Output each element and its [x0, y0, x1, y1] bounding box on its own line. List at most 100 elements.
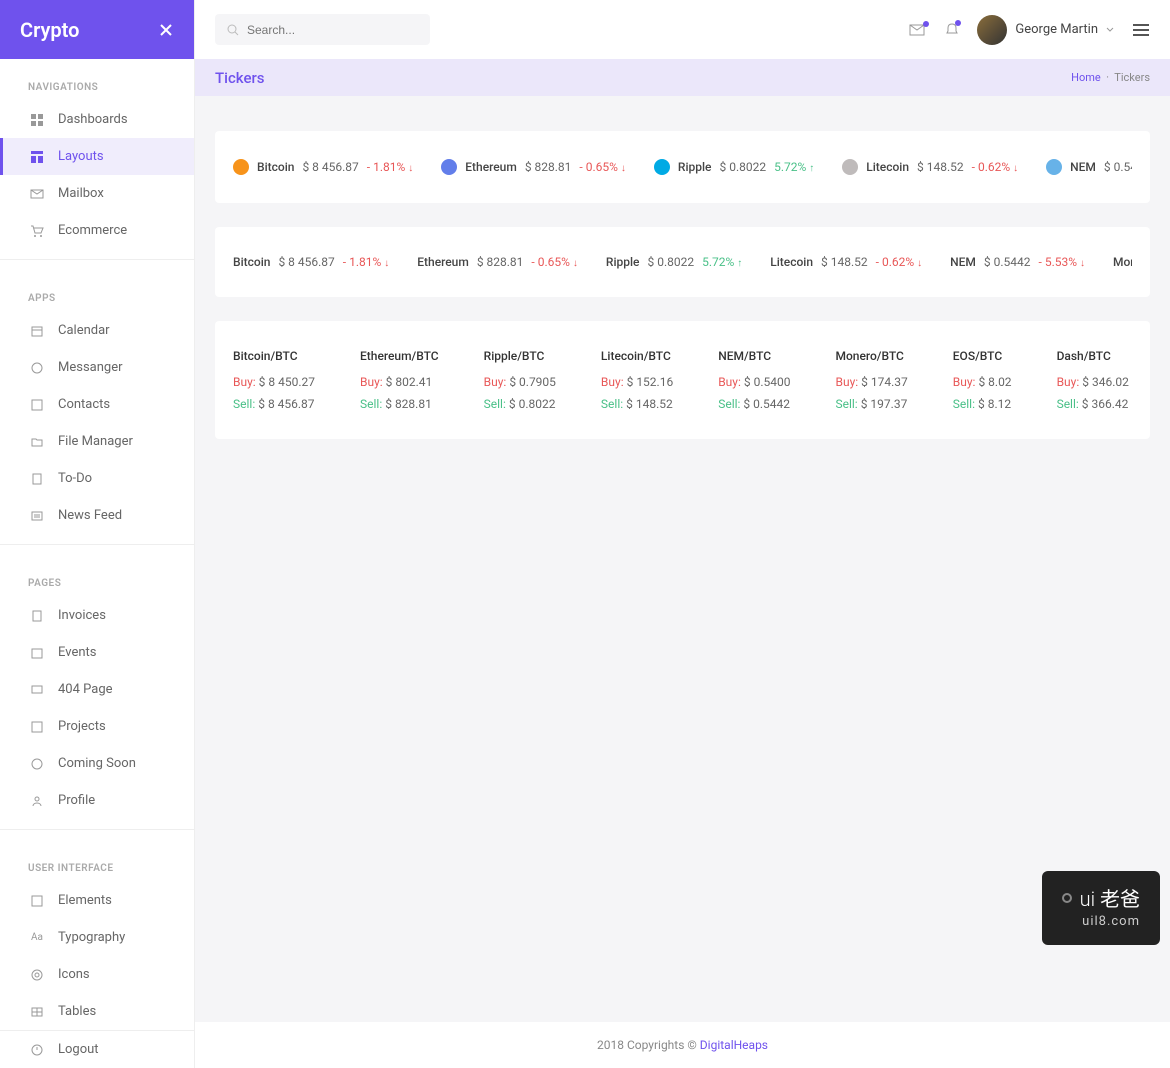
pair-item[interactable]: Litecoin/BTC Buy: $ 152.16 Sell: $ 148.5… [601, 349, 673, 411]
user-menu[interactable]: George Martin [977, 15, 1114, 45]
coin-name: NEM [950, 255, 976, 269]
pair-item[interactable]: Monero/BTC Buy: $ 174.37 Sell: $ 197.37 [835, 349, 907, 411]
sell-value: $ 197.37 [861, 397, 908, 411]
buy-label: Buy: [601, 375, 624, 389]
nav-layouts[interactable]: Layouts [0, 138, 194, 175]
nav-label: Projects [58, 719, 106, 734]
nav-label: Typography [58, 930, 125, 945]
pair-name: Litecoin/BTC [601, 349, 673, 363]
ticker-item[interactable]: Bitcoin $ 8 456.87 - 1.81% ↓ [233, 159, 413, 175]
messages-icon[interactable] [909, 23, 927, 37]
notifications-icon[interactable] [945, 22, 959, 38]
nav-mailbox[interactable]: Mailbox [0, 175, 194, 212]
sell-value: $ 366.42 [1082, 397, 1129, 411]
search-input[interactable] [247, 23, 418, 37]
app-logo[interactable]: Crypto [20, 18, 79, 42]
coin-price: $ 828.81 [525, 160, 572, 174]
page-header: Tickers Home · Tickers [195, 59, 1170, 96]
coin-price: $ 148.52 [917, 160, 964, 174]
pair-item[interactable]: Ethereum/BTC Buy: $ 802.41 Sell: $ 828.8… [360, 349, 439, 411]
coin-price: $ 8 456.87 [278, 255, 334, 269]
nav-file-manager[interactable]: File Manager [0, 423, 194, 460]
ticker-item[interactable]: Ripple $ 0.8022 5.72% ↑ [654, 159, 814, 175]
sell-label: Sell: [484, 397, 506, 411]
ticker-item[interactable]: Litecoin $ 148.52 - 0.62% ↓ [770, 255, 922, 269]
nav-coming-soon[interactable]: Coming Soon [0, 745, 194, 782]
avatar [977, 15, 1007, 45]
pair-item[interactable]: Ripple/BTC Buy: $ 0.7905 Sell: $ 0.8022 [484, 349, 556, 411]
cart-icon [28, 224, 46, 238]
nav-invoices[interactable]: Invoices [0, 597, 194, 634]
nav-tables[interactable]: Tables [0, 993, 194, 1030]
sell-label: Sell: [718, 397, 740, 411]
breadcrumb-home[interactable]: Home [1071, 71, 1101, 84]
nav-news-feed[interactable]: News Feed [0, 497, 194, 534]
ticker-item[interactable]: NEM $ 0.5442 - 5.53% ↓ [950, 255, 1085, 269]
sell-value: $ 0.5442 [743, 397, 790, 411]
nav-icons[interactable]: Icons [0, 956, 194, 993]
ticker-item[interactable]: NEM $ 0.5442 - 5.53% ↓ [1046, 159, 1132, 175]
ticker-item[interactable]: Ethereum $ 828.81 - 0.65% ↓ [417, 255, 578, 269]
nav-404[interactable]: 404 Page [0, 671, 194, 708]
nav-label: Tables [58, 1004, 96, 1019]
coin-name: Ripple [678, 160, 712, 174]
nav-heading-navigations: NAVIGATIONS [0, 74, 194, 101]
buy-label: Buy: [233, 375, 256, 389]
footer-link[interactable]: DigitalHeaps [700, 1038, 768, 1052]
search-box[interactable] [215, 14, 430, 45]
nav-label: News Feed [58, 508, 122, 523]
watermark-sub: uil8.com [1080, 913, 1140, 931]
nav-calendar[interactable]: Calendar [0, 312, 194, 349]
user-name: George Martin [1015, 22, 1098, 37]
nav-label: To-Do [58, 471, 92, 486]
nav-projects[interactable]: Projects [0, 708, 194, 745]
pair-item[interactable]: NEM/BTC Buy: $ 0.5400 Sell: $ 0.5442 [718, 349, 790, 411]
nav-typography[interactable]: AaTypography [0, 919, 194, 956]
coin-name: Ethereum [417, 255, 469, 269]
nav-elements[interactable]: Elements [0, 882, 194, 919]
buy-value: $ 8 450.27 [259, 375, 315, 389]
sell-label: Sell: [360, 397, 382, 411]
sell-value: $ 0.8022 [509, 397, 556, 411]
nav-logout[interactable]: Logout [0, 1031, 194, 1068]
nav-ecommerce[interactable]: Ecommerce [0, 212, 194, 249]
ticker-item[interactable]: Ethereum $ 828.81 - 0.65% ↓ [441, 159, 626, 175]
pair-item[interactable]: Bitcoin/BTC Buy: $ 8 450.27 Sell: $ 8 45… [233, 349, 315, 411]
pair-item[interactable]: EOS/BTC Buy: $ 8.02 Sell: $ 8.12 [953, 349, 1012, 411]
ticker-item[interactable]: Ripple $ 0.8022 5.72% ↑ [606, 255, 742, 269]
pair-name: Ripple/BTC [484, 349, 556, 363]
close-icon[interactable] [158, 22, 174, 38]
nav-label: 404 Page [58, 682, 113, 697]
logout-icon [28, 1043, 46, 1057]
nav-label: Coming Soon [58, 756, 136, 771]
coin-name: Ethereum [465, 160, 517, 174]
nav-messanger[interactable]: Messanger [0, 349, 194, 386]
ticker-card-1: Bitcoin $ 8 456.87 - 1.81% ↓ Ethereum $ … [215, 131, 1150, 203]
chat-icon [28, 361, 46, 375]
pairs-card: Bitcoin/BTC Buy: $ 8 450.27 Sell: $ 8 45… [215, 321, 1150, 439]
nav-events[interactable]: Events [0, 634, 194, 671]
menu-icon[interactable] [1132, 23, 1150, 37]
nav-dashboards[interactable]: Dashboards [0, 101, 194, 138]
breadcrumb-current: Tickers [1114, 71, 1150, 84]
nav-contacts[interactable]: Contacts [0, 386, 194, 423]
pair-name: Monero/BTC [835, 349, 907, 363]
coin-icon [1046, 159, 1062, 175]
pair-name: Ethereum/BTC [360, 349, 439, 363]
nav-todo[interactable]: To-Do [0, 460, 194, 497]
invoice-icon [28, 609, 46, 623]
monitor-icon [28, 683, 46, 697]
nav-profile[interactable]: Profile [0, 782, 194, 819]
ticker-item[interactable]: Bitcoin $ 8 456.87 - 1.81% ↓ [233, 255, 389, 269]
main: George Martin Tickers Home · Tickers Bit… [195, 0, 1170, 1068]
pair-item[interactable]: Dash/BTC Buy: $ 346.02 Sell: $ 366.42 [1057, 349, 1129, 411]
buy-label: Buy: [718, 375, 741, 389]
sidebar: Crypto NAVIGATIONS Dashboards Layouts Ma… [0, 0, 195, 1068]
sell-value: $ 828.81 [385, 397, 432, 411]
nav-label: File Manager [58, 434, 133, 449]
buy-label: Buy: [484, 375, 507, 389]
coin-name: Litecoin [770, 255, 813, 269]
buy-label: Buy: [1057, 375, 1080, 389]
ticker-item[interactable]: Litecoin $ 148.52 - 0.62% ↓ [842, 159, 1018, 175]
ticker-item[interactable]: Monero $ 197.37 2.02% ↑ [1113, 255, 1132, 269]
